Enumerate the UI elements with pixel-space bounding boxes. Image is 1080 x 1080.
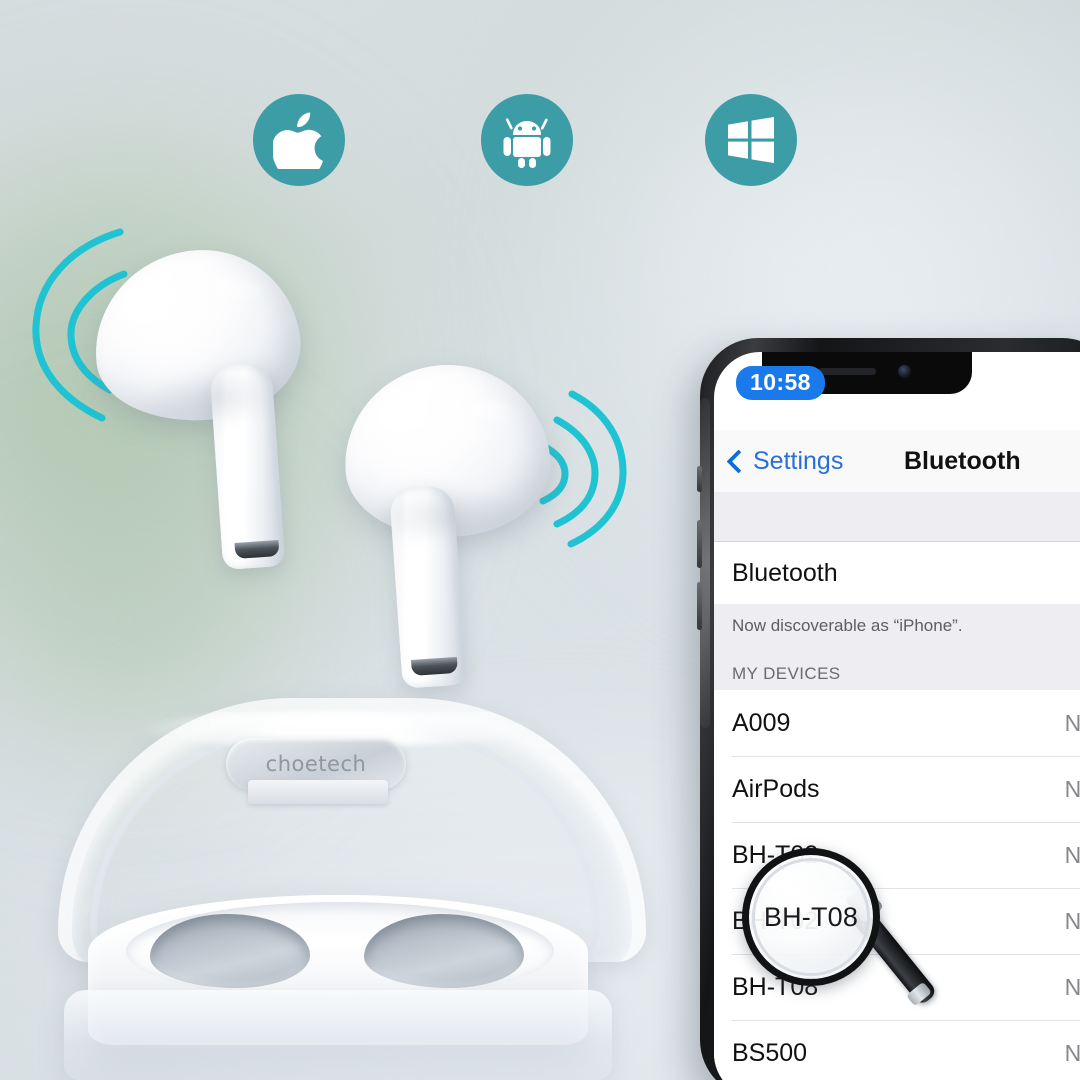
device-name: A009 [732, 708, 791, 737]
compatibility-badge-android [481, 94, 573, 186]
apple-logo-icon [273, 111, 325, 169]
product-marketing-scene: choetech 10:58 Settings Bluetooth Blueto… [0, 0, 1080, 1080]
page-title: Bluetooth [904, 446, 1021, 475]
phone-volume-down-button[interactable] [697, 582, 702, 630]
compatibility-badge-apple [253, 94, 345, 186]
earbud-right [289, 355, 611, 705]
brand-name: choetech [265, 752, 367, 776]
compatibility-badge-windows [705, 94, 797, 186]
device-row[interactable]: BS500 Not Con [714, 1020, 1080, 1080]
device-connection-status: Not Con [1064, 1039, 1080, 1066]
earpiece-speaker-icon [818, 368, 876, 375]
magnifier-lens-shine [767, 869, 821, 899]
device-connection-status: Not Con [1064, 973, 1080, 1000]
device-name: AirPods [732, 774, 820, 803]
device-name: BS500 [732, 1038, 808, 1067]
device-row[interactable]: A009 Not Con [714, 690, 1080, 756]
compatibility-badge-row [0, 94, 1080, 189]
magnified-device-name: BH-T08 [763, 901, 859, 932]
bluetooth-row-label: Bluetooth [732, 558, 838, 587]
charging-case-base [64, 990, 612, 1080]
back-button-label: Settings [753, 446, 844, 475]
phone-mute-switch[interactable] [697, 466, 702, 492]
device-connection-status: Not Con [1064, 907, 1080, 934]
discoverable-note-text: Now discoverable as “iPhone”. [732, 616, 963, 635]
magnifier-callout: BH-T08 [742, 848, 938, 1008]
device-row[interactable]: AirPods Not Con [714, 756, 1080, 822]
windows-logo-icon [726, 116, 776, 164]
device-connection-status: Not Con [1064, 841, 1080, 868]
my-devices-section-header: MY DEVICES [714, 648, 1080, 690]
discoverable-note: Now discoverable as “iPhone”. [714, 604, 1080, 648]
group-spacer-top [714, 492, 1080, 542]
front-camera-icon [898, 365, 911, 378]
bluetooth-toggle-row[interactable]: Bluetooth [714, 542, 1080, 604]
magnifier-lens: BH-T08 [742, 848, 880, 986]
chevron-left-icon [726, 448, 751, 474]
device-connection-status: Not Con [1064, 775, 1080, 802]
status-bar-time: 10:58 [736, 366, 825, 400]
back-to-settings-button[interactable]: Settings [726, 446, 844, 476]
device-connection-status: Not Con [1064, 709, 1080, 736]
android-robot-icon [500, 112, 554, 168]
navigation-bar: Settings Bluetooth [714, 430, 1080, 492]
my-devices-label: MY DEVICES [732, 664, 841, 683]
phone-volume-up-button[interactable] [697, 520, 702, 568]
charging-case-hinge [248, 780, 388, 804]
